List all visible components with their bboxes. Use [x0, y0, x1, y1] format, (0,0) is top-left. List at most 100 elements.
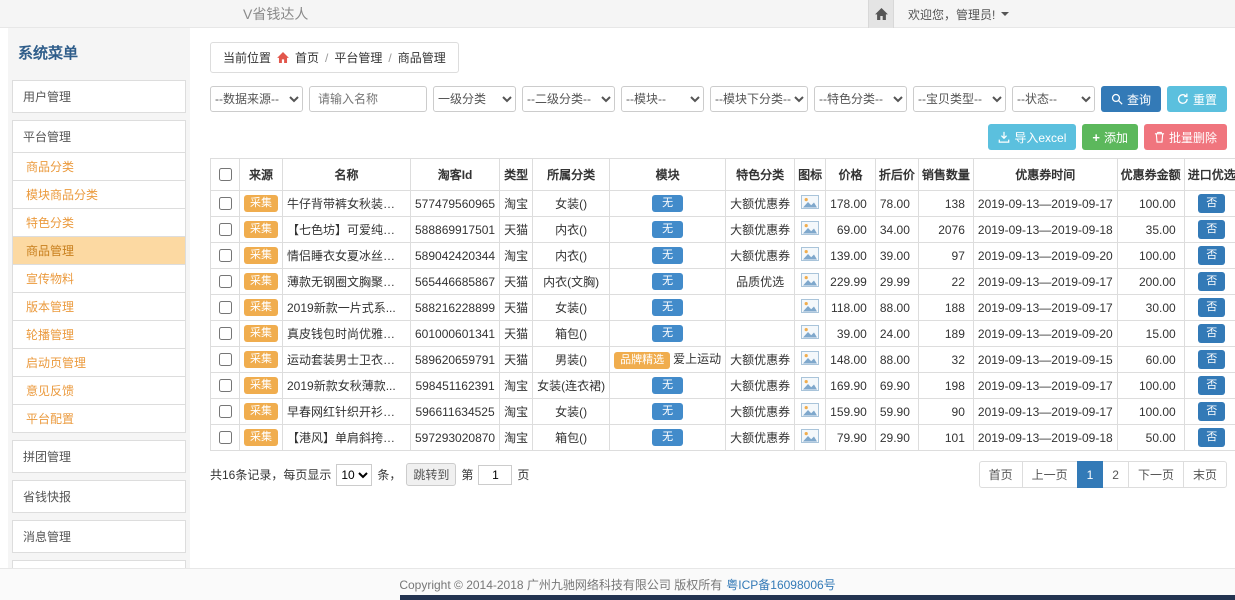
- product-image-icon: [801, 273, 819, 287]
- sidebar-item[interactable]: 拼团管理: [12, 440, 186, 473]
- discount-price: 34.00: [875, 217, 918, 243]
- breadcrumb-home-link[interactable]: 首页: [295, 49, 319, 66]
- row-checkbox[interactable]: [219, 301, 232, 314]
- sidebar-item[interactable]: 省钱快报: [12, 480, 186, 513]
- import-opt-button[interactable]: 否: [1198, 220, 1225, 239]
- home-button[interactable]: [868, 0, 894, 28]
- row-checkbox[interactable]: [219, 431, 232, 444]
- page-button[interactable]: 2: [1102, 461, 1129, 488]
- page-button[interactable]: 下一页: [1128, 461, 1184, 488]
- import-excel-button[interactable]: 导入excel: [988, 124, 1076, 150]
- product-name: 2019新款一片式系...: [283, 295, 411, 321]
- select-all-checkbox[interactable]: [219, 168, 232, 181]
- taoke-id: 597293020870: [411, 425, 500, 451]
- row-checkbox[interactable]: [219, 275, 232, 288]
- filter-select[interactable]: --状态--: [1012, 86, 1095, 112]
- page-button[interactable]: 1: [1077, 461, 1104, 488]
- module-badge: 无: [652, 299, 683, 316]
- feature-category: 大额优惠券: [726, 217, 795, 243]
- sidebar-subitem[interactable]: 轮播管理: [12, 321, 186, 349]
- import-opt-button[interactable]: 否: [1198, 402, 1225, 421]
- sidebar-item[interactable]: 平台管理: [12, 120, 186, 153]
- row-checkbox[interactable]: [219, 405, 232, 418]
- reset-button[interactable]: 重置: [1167, 86, 1227, 112]
- row-checkbox[interactable]: [219, 197, 232, 210]
- column-header: 图标: [795, 159, 826, 191]
- source-badge: 采集: [244, 195, 278, 212]
- sidebar-subitem[interactable]: 意见反馈: [12, 377, 186, 405]
- page-button[interactable]: 末页: [1183, 461, 1227, 488]
- sidebar-item[interactable]: 用户管理: [12, 80, 186, 113]
- user-menu[interactable]: 欢迎您，管理员!: [894, 0, 1023, 28]
- row-checkbox[interactable]: [219, 327, 232, 340]
- sidebar-subitem[interactable]: 特色分类: [12, 209, 186, 237]
- filter-select[interactable]: --宝贝类型--: [913, 86, 1006, 112]
- column-header: 类型: [500, 159, 533, 191]
- coupon-amount: 100.00: [1117, 243, 1184, 269]
- sidebar-title: 系统菜单: [12, 36, 186, 73]
- sidebar-subitem[interactable]: 模块商品分类: [12, 181, 186, 209]
- import-opt-button[interactable]: 否: [1198, 246, 1225, 265]
- sales-count: 32: [918, 347, 973, 373]
- product-name: 真皮钱包时尚优雅女士...: [283, 321, 411, 347]
- filter-select[interactable]: --模块下分类--: [710, 86, 808, 112]
- filter-select[interactable]: 一级分类: [433, 86, 516, 112]
- import-opt-button[interactable]: 否: [1198, 350, 1225, 369]
- product-name: 【港风】单肩斜挎链条...: [283, 425, 411, 451]
- taoke-id: 596611634525: [411, 399, 500, 425]
- page-button[interactable]: 上一页: [1022, 461, 1078, 488]
- topbar-right: 欢迎您，管理员!: [868, 0, 1023, 28]
- jump-button[interactable]: 跳转到: [406, 463, 456, 486]
- icon-cell: [795, 425, 826, 451]
- sidebar-subitem[interactable]: 商品管理: [12, 237, 186, 265]
- feature-category: 大额优惠券: [726, 373, 795, 399]
- import-opt-button[interactable]: 否: [1198, 376, 1225, 395]
- module-cell: 无: [610, 425, 726, 451]
- table-row: 采集2019新款女秋薄款...598451162391淘宝女装(连衣裙)无大额优…: [211, 373, 1235, 399]
- import-opt-button[interactable]: 否: [1198, 194, 1225, 213]
- row-checkbox[interactable]: [219, 223, 232, 236]
- sidebar-subitem[interactable]: 版本管理: [12, 293, 186, 321]
- filter-select[interactable]: --二级分类--: [522, 86, 615, 112]
- sidebar-subitem[interactable]: 宣传物料: [12, 265, 186, 293]
- icon-cell: [795, 191, 826, 217]
- product-type: 天猫: [500, 295, 533, 321]
- table-row: 采集早春网红针织开衫女春...596611634525淘宝女装()无大额优惠券1…: [211, 399, 1235, 425]
- icp-link[interactable]: 粤ICP备16098006号: [726, 576, 835, 593]
- breadcrumb-item[interactable]: 平台管理: [334, 49, 382, 66]
- import-opt-button[interactable]: 否: [1198, 272, 1225, 291]
- sales-count: 97: [918, 243, 973, 269]
- taoke-id: 565446685867: [411, 269, 500, 295]
- sidebar-subitem[interactable]: 平台配置: [12, 405, 186, 433]
- trash-icon: [1154, 131, 1165, 143]
- row-checkbox[interactable]: [219, 353, 232, 366]
- sidebar-subitem[interactable]: 商品分类: [12, 153, 186, 181]
- jump-page-input[interactable]: [478, 465, 512, 485]
- page-button[interactable]: 首页: [979, 461, 1023, 488]
- filter-select[interactable]: --数据来源--: [210, 86, 303, 112]
- column-header: 优惠券时间: [973, 159, 1117, 191]
- import-opt-button[interactable]: 否: [1198, 428, 1225, 447]
- row-checkbox[interactable]: [219, 249, 232, 262]
- product-image-icon: [801, 429, 819, 443]
- import-opt-button[interactable]: 否: [1198, 298, 1225, 317]
- add-button[interactable]: + 添加: [1082, 124, 1138, 150]
- import-opt-button[interactable]: 否: [1198, 324, 1225, 343]
- source-badge: 采集: [244, 299, 278, 316]
- coupon-time: 2019-09-13—2019-09-17: [973, 191, 1117, 217]
- batch-delete-button[interactable]: 批量删除: [1144, 124, 1227, 150]
- name-search-input[interactable]: [309, 86, 427, 112]
- search-button[interactable]: 查询: [1101, 86, 1161, 112]
- sidebar-subitem[interactable]: 启动页管理: [12, 349, 186, 377]
- price: 148.00: [826, 347, 876, 373]
- coupon-amount: 100.00: [1117, 191, 1184, 217]
- module-cell: 无: [610, 217, 726, 243]
- sidebar-item[interactable]: 订单管理: [12, 560, 186, 568]
- row-checkbox[interactable]: [219, 379, 232, 392]
- sidebar-item[interactable]: 消息管理: [12, 520, 186, 553]
- page-size-select[interactable]: 10: [336, 464, 372, 486]
- taoke-id: 588869917501: [411, 217, 500, 243]
- filter-select[interactable]: --特色分类--: [814, 86, 907, 112]
- filter-select[interactable]: --模块--: [621, 86, 704, 112]
- products-table: 来源名称淘客Id类型所属分类模块特色分类图标价格折后价销售数量优惠券时间优惠券金…: [210, 158, 1235, 451]
